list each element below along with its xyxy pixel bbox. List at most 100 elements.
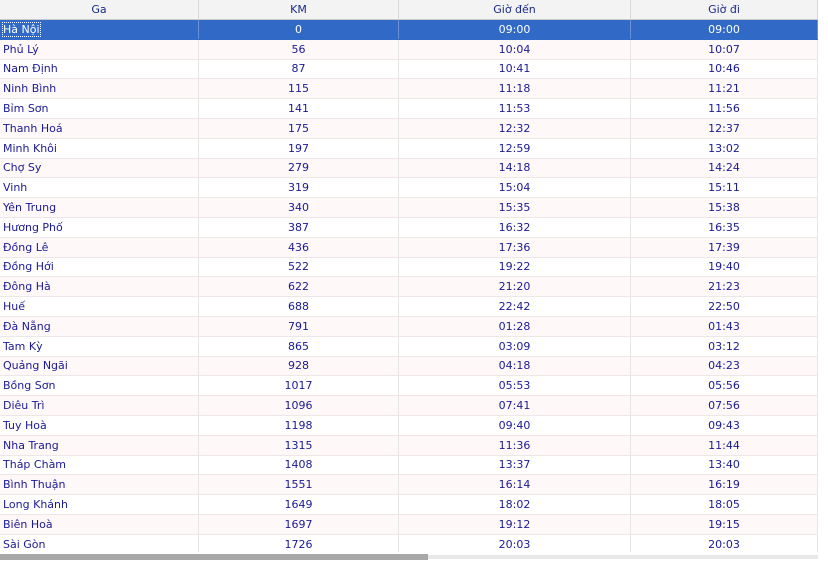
cell-departure: 19:40 xyxy=(631,257,818,277)
cell-km-text: 865 xyxy=(288,339,309,353)
cell-station-text: Tháp Chàm xyxy=(3,458,67,472)
scrollbar-thumb[interactable] xyxy=(0,554,428,560)
cell-arrival: 16:14 xyxy=(399,475,631,495)
table-row[interactable]: Vinh 319 15:04 15:11 xyxy=(0,178,818,199)
cell-km-text: 87 xyxy=(291,62,306,76)
cell-station: Đồng Hới xyxy=(0,257,199,277)
cell-departure-text: 11:21 xyxy=(708,82,740,96)
cell-station-text: Đồng Lê xyxy=(3,240,49,254)
cell-km: 436 xyxy=(199,237,399,257)
cell-arrival: 09:40 xyxy=(399,415,631,435)
cell-station: Hà Nội xyxy=(0,20,199,39)
cell-departure: 14:24 xyxy=(631,158,818,178)
cell-arrival-text: 21:20 xyxy=(498,280,531,294)
table-row[interactable]: Tam Kỳ 865 03:09 03:12 xyxy=(0,336,818,357)
cell-arrival: 13:37 xyxy=(399,455,631,475)
table-row[interactable]: Tháp Chàm 1408 13:37 13:40 xyxy=(0,455,818,476)
cell-km-text: 1017 xyxy=(284,379,313,393)
cell-departure-text: 15:38 xyxy=(708,201,740,215)
cell-station-text: Chợ Sy xyxy=(3,161,42,175)
cell-km: 115 xyxy=(199,79,399,99)
cell-arrival-text: 01:28 xyxy=(498,319,531,333)
table-row[interactable]: Chợ Sy 279 14:18 14:24 xyxy=(0,158,818,179)
cell-km-text: 1096 xyxy=(284,399,313,413)
cell-departure: 19:15 xyxy=(631,514,818,534)
cell-km-text: 522 xyxy=(288,260,309,274)
cell-arrival: 17:36 xyxy=(399,237,631,257)
cell-departure-text: 14:24 xyxy=(708,161,740,175)
horizontal-scrollbar[interactable] xyxy=(0,552,818,563)
cell-station: Bồng Sơn xyxy=(0,376,199,396)
table-row[interactable]: Phủ Lý 56 10:04 10:07 xyxy=(0,39,818,60)
table-row[interactable]: Biên Hoà 1697 19:12 19:15 xyxy=(0,514,818,535)
cell-station: Nha Trang xyxy=(0,435,199,455)
cell-station-text: Đà Nẵng xyxy=(3,319,51,333)
cell-arrival-text: 16:14 xyxy=(498,478,531,492)
cell-arrival: 14:18 xyxy=(399,158,631,178)
cell-departure-text: 11:44 xyxy=(708,438,740,452)
cell-arrival: 19:12 xyxy=(399,514,631,534)
cell-departure-text: 10:46 xyxy=(708,62,740,76)
cell-km: 175 xyxy=(199,118,399,138)
table-row[interactable]: Quảng Ngãi 928 04:18 04:23 xyxy=(0,356,818,377)
cell-station: Quảng Ngãi xyxy=(0,356,199,376)
table-row[interactable]: Bồng Sơn 1017 05:53 05:56 xyxy=(0,376,818,397)
cell-departure-text: 09:43 xyxy=(708,418,740,432)
cell-departure: 03:12 xyxy=(631,336,818,356)
table-row[interactable]: Ninh Bình 115 11:18 11:21 xyxy=(0,79,818,100)
table-row[interactable]: Yên Trung 340 15:35 15:38 xyxy=(0,198,818,218)
table-row[interactable]: Minh Khôi 197 12:59 13:02 xyxy=(0,138,818,159)
cell-station: Sài Gòn xyxy=(0,534,199,554)
table-row[interactable]: Nam Định 87 10:41 10:46 xyxy=(0,59,818,80)
cell-departure-text: 07:56 xyxy=(708,399,740,413)
cell-departure-text: 17:39 xyxy=(708,240,740,254)
cell-km: 197 xyxy=(199,138,399,158)
cell-arrival: 21:20 xyxy=(399,277,631,297)
cell-km: 319 xyxy=(199,178,399,198)
cell-station-text: Đồng Hới xyxy=(3,260,54,274)
cell-departure: 10:46 xyxy=(631,59,818,79)
table-row[interactable]: Nha Trang 1315 11:36 11:44 xyxy=(0,435,818,456)
cell-station-text: Ninh Bình xyxy=(3,82,57,96)
table-row[interactable]: Tuy Hoà 1198 09:40 09:43 xyxy=(0,415,818,436)
table-row[interactable]: Đông Hà 622 21:20 21:23 xyxy=(0,277,818,298)
cell-km-text: 688 xyxy=(288,300,309,314)
cell-km: 1408 xyxy=(199,455,399,475)
cell-station: Đông Hà xyxy=(0,277,199,297)
cell-km: 1017 xyxy=(199,376,399,396)
table-row[interactable]: Đà Nẵng 791 01:28 01:43 xyxy=(0,316,818,337)
column-header-km[interactable]: KM xyxy=(199,0,399,19)
column-header-departure[interactable]: Giờ đi xyxy=(631,0,818,19)
table-row[interactable]: Bỉm Sơn 141 11:53 11:56 xyxy=(0,99,818,119)
cell-station: Tháp Chàm xyxy=(0,455,199,475)
cell-arrival-text: 20:03 xyxy=(498,537,531,551)
column-header-arrival[interactable]: Giờ đến xyxy=(399,0,631,19)
cell-departure: 11:56 xyxy=(631,99,818,118)
table-row[interactable]: Đồng Lê 436 17:36 17:39 xyxy=(0,237,818,258)
table-row[interactable]: Diêu Trì 1096 07:41 07:56 xyxy=(0,396,818,416)
table-row[interactable]: Long Khánh 1649 18:02 18:05 xyxy=(0,495,818,515)
cell-departure-text: 05:56 xyxy=(708,379,740,393)
cell-station-text: Long Khánh xyxy=(3,498,68,512)
table-row[interactable]: Thanh Hoá 175 12:32 12:37 xyxy=(0,118,818,139)
cell-arrival-text: 16:32 xyxy=(498,220,531,234)
table-row[interactable]: Hà Nội 0 09:00 09:00 xyxy=(0,20,818,40)
table-row[interactable]: Hương Phố 387 16:32 16:35 xyxy=(0,217,818,238)
cell-arrival-text: 11:53 xyxy=(498,102,531,116)
cell-departure: 15:38 xyxy=(631,198,818,217)
column-header-station[interactable]: Ga xyxy=(0,0,199,19)
cell-km-text: 622 xyxy=(288,280,309,294)
cell-arrival: 19:22 xyxy=(399,257,631,277)
cell-departure-text: 04:23 xyxy=(708,359,740,373)
table-row[interactable]: Đồng Hới 522 19:22 19:40 xyxy=(0,257,818,278)
table-row[interactable]: Bình Thuận 1551 16:14 16:19 xyxy=(0,475,818,496)
cell-departure-text: 01:43 xyxy=(708,319,740,333)
cell-departure: 07:56 xyxy=(631,396,818,415)
cell-station-text: Tuy Hoà xyxy=(3,418,47,432)
cell-km: 0 xyxy=(199,20,399,39)
table-row[interactable]: Huế 688 22:42 22:50 xyxy=(0,297,818,317)
cell-arrival-text: 09:00 xyxy=(498,22,531,36)
cell-arrival: 15:35 xyxy=(399,198,631,217)
cell-km-text: 1408 xyxy=(284,458,313,472)
cell-km: 1198 xyxy=(199,415,399,435)
